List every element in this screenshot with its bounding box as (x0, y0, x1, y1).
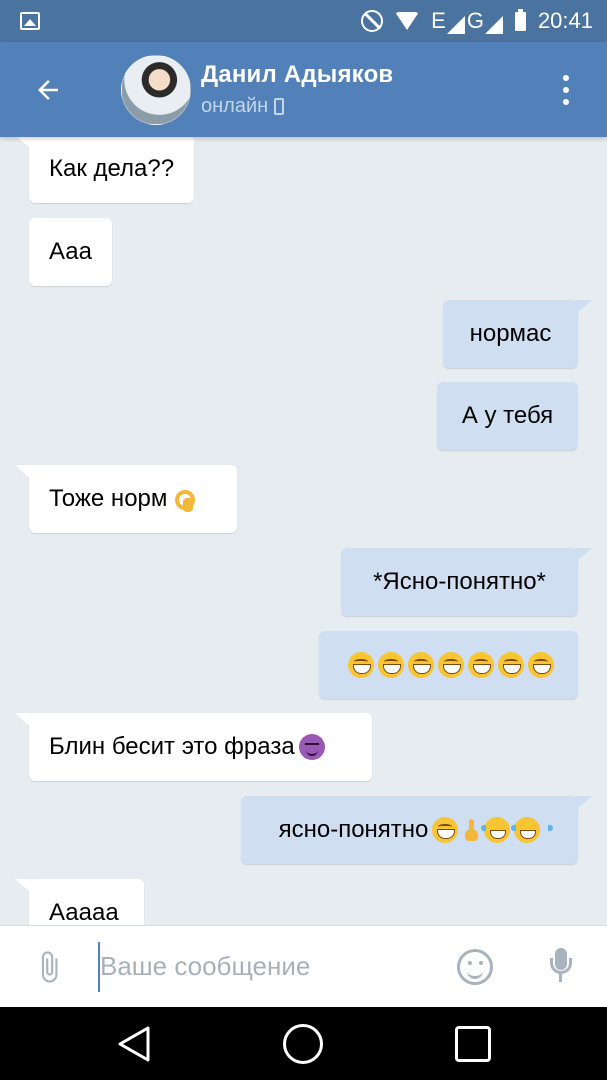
avatar[interactable] (121, 54, 191, 125)
attach-button[interactable] (0, 926, 98, 1008)
wifi-icon (395, 12, 420, 30)
ok-hand-emoji-icon (171, 486, 197, 512)
network-type-label: E (431, 8, 446, 33)
voice-record-button[interactable] (548, 948, 574, 988)
message-bubble-outgoing[interactable]: А у тебя (437, 382, 578, 450)
back-button[interactable] (0, 42, 95, 137)
system-navigation-bar (0, 1007, 607, 1080)
grin-emoji-icon (377, 652, 404, 678)
message-bubble-outgoing[interactable]: *Ясно-понятно* (341, 548, 592, 616)
smiling-imp-emoji-icon (298, 734, 325, 760)
message-text: *Ясно-понятно* (373, 568, 546, 595)
message-text: Тоже норм (49, 485, 168, 512)
gallery-notification-icon (20, 12, 40, 30)
message-bubble-incoming[interactable]: Тоже норм (15, 465, 237, 533)
message-bubble-outgoing[interactable]: ясно-понятно (241, 796, 592, 864)
status-bar: E G 20:41 (0, 0, 607, 42)
joy-emoji-icon (481, 817, 524, 843)
status-text: онлайн (201, 95, 269, 117)
status-icons: E G 20:41 (361, 8, 593, 34)
emoji-picker-button[interactable] (457, 949, 493, 985)
point-up-emoji-icon (462, 817, 480, 843)
arrow-left-icon (37, 79, 58, 100)
message-bubble-incoming[interactable]: Ааааа (15, 879, 144, 925)
message-text: А у тебя (461, 402, 554, 429)
message-text: Ааа (49, 238, 92, 265)
battery-icon (514, 8, 526, 31)
contact-name: Данил Адыяков (201, 61, 394, 88)
message-text: Как дела?? (49, 155, 175, 182)
nav-home-icon[interactable] (283, 1023, 324, 1064)
message-bubble-incoming[interactable]: Как дела?? (14, 137, 195, 203)
message-text: ясно-понятно (278, 816, 429, 843)
message-text: Ааааа (49, 899, 119, 925)
message-bubble-incoming[interactable]: Блин бесит это фраза (15, 713, 372, 781)
more-menu-button[interactable] (551, 75, 581, 105)
contact-status: онлайн (201, 95, 393, 118)
grin-emoji-icon (407, 652, 434, 678)
grin-emoji-icon (347, 652, 374, 678)
grin-emoji-icon (497, 652, 524, 678)
chat-header: Данил Адыяков онлайн (0, 42, 607, 137)
signal-icon-2 (484, 16, 503, 34)
more-vertical-icon (563, 75, 569, 81)
message-text: нормас (469, 320, 552, 347)
message-bubble-outgoing[interactable] (319, 631, 578, 699)
message-text: Блин бесит это фраза (49, 733, 295, 760)
nav-back-icon[interactable] (116, 1024, 152, 1064)
message-bubble-incoming[interactable]: Ааа (29, 218, 112, 286)
message-input[interactable] (98, 941, 448, 992)
joy-emoji-icon (511, 817, 554, 843)
grin-emoji-icon (437, 652, 464, 678)
composer-bar (0, 925, 607, 1007)
nav-recents-icon[interactable] (455, 1025, 492, 1062)
clock: 20:41 (537, 8, 593, 33)
contact-info[interactable]: Данил Адыяков онлайн (201, 61, 393, 118)
network-indicator: E G (431, 8, 503, 34)
phone-icon (274, 98, 285, 115)
paperclip-icon (41, 950, 58, 983)
message-bubble-outgoing[interactable]: нормас (443, 300, 592, 368)
signal-icon (446, 16, 465, 34)
do-not-disturb-icon (361, 10, 384, 32)
grin-emoji-icon (527, 652, 554, 678)
network-type-label-2: G (466, 8, 484, 33)
grin-emoji-icon (467, 652, 494, 678)
message-list[interactable]: Как дела?? Ааа нормас А у тебя Тоже норм… (0, 137, 607, 925)
grin-emoji-icon (432, 817, 459, 843)
